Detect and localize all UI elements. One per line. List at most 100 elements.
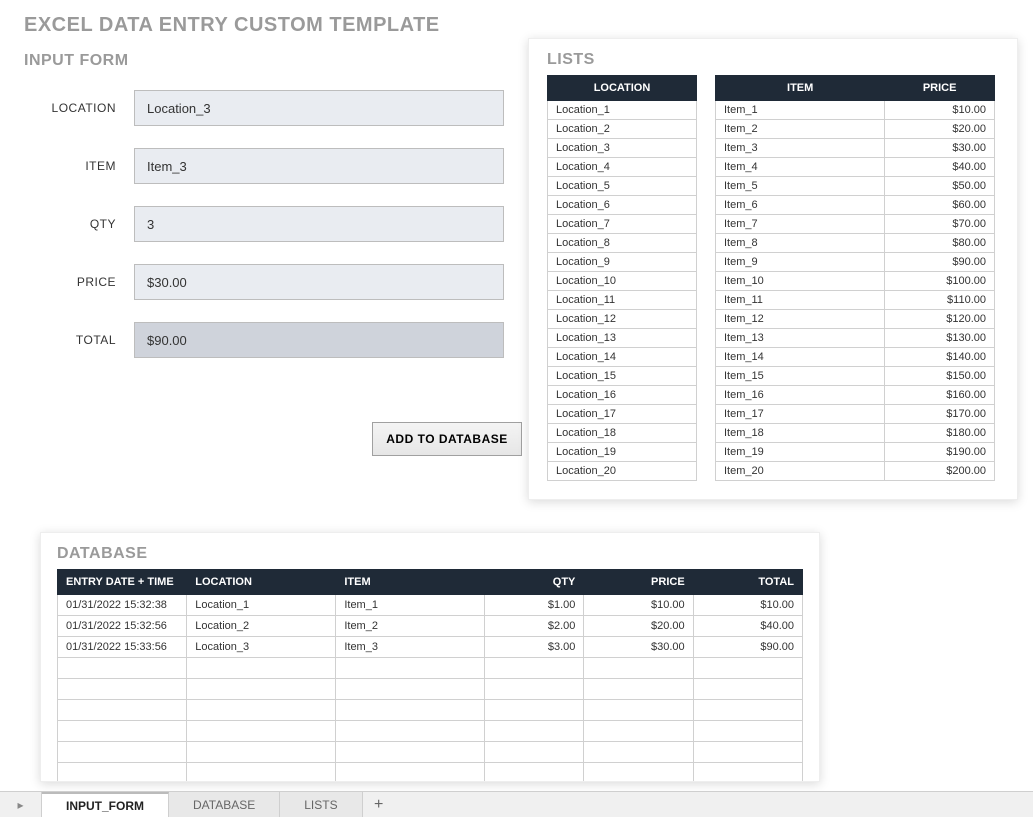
- location-cell: Location_4: [548, 158, 697, 177]
- location-cell: Location_10: [548, 272, 697, 291]
- location-cell: Location_16: [548, 386, 697, 405]
- item-name-cell: Item_15: [716, 367, 885, 386]
- db-cell-qty: $3.00: [485, 637, 584, 658]
- sheet-tab-lists[interactable]: LISTS: [280, 792, 362, 817]
- location-cell: Location_13: [548, 329, 697, 348]
- item-name-cell: Item_8: [716, 234, 885, 253]
- item-name-cell: Item_2: [716, 120, 885, 139]
- items-table: ITEM PRICE Item_1$10.00Item_2$20.00Item_…: [715, 75, 995, 481]
- database-table: ENTRY DATE + TIME LOCATION ITEM QTY PRIC…: [57, 569, 803, 782]
- item-name-cell: Item_16: [716, 386, 885, 405]
- item-price-cell: $130.00: [885, 329, 995, 348]
- form-row-qty: QTY 3: [24, 206, 504, 242]
- form-row-total: TOTAL $90.00: [24, 322, 504, 358]
- location-cell: Location_12: [548, 310, 697, 329]
- database-heading: DATABASE: [57, 545, 803, 563]
- item-price-cell: $80.00: [885, 234, 995, 253]
- form-row-item: ITEM Item_3: [24, 148, 504, 184]
- input-form-heading: INPUT FORM: [24, 52, 504, 70]
- db-hdr-item: ITEM: [336, 570, 485, 595]
- page-title: EXCEL DATA ENTRY CUSTOM TEMPLATE: [0, 0, 1033, 37]
- label-qty: QTY: [24, 217, 134, 231]
- item-price-cell: $60.00: [885, 196, 995, 215]
- price-header: PRICE: [885, 76, 995, 101]
- db-cell-price: $30.00: [584, 637, 693, 658]
- item-price-cell: $40.00: [885, 158, 995, 177]
- tab-add-button[interactable]: +: [363, 792, 395, 817]
- input-item[interactable]: Item_3: [134, 148, 504, 184]
- db-cell-item: Item_2: [336, 616, 485, 637]
- item-price-cell: $90.00: [885, 253, 995, 272]
- item-name-cell: Item_11: [716, 291, 885, 310]
- locations-header: LOCATION: [548, 76, 697, 101]
- lists-heading: LISTS: [547, 51, 999, 69]
- form-row-price: PRICE $30.00: [24, 264, 504, 300]
- location-cell: Location_14: [548, 348, 697, 367]
- label-total: TOTAL: [24, 333, 134, 347]
- db-hdr-entry: ENTRY DATE + TIME: [58, 570, 187, 595]
- sheet-tab-database[interactable]: DATABASE: [169, 792, 280, 817]
- db-cell-location: Location_2: [187, 616, 336, 637]
- location-cell: Location_8: [548, 234, 697, 253]
- item-price-cell: $70.00: [885, 215, 995, 234]
- db-cell-price: $20.00: [584, 616, 693, 637]
- item-price-cell: $180.00: [885, 424, 995, 443]
- location-cell: Location_6: [548, 196, 697, 215]
- item-name-cell: Item_12: [716, 310, 885, 329]
- add-to-database-button[interactable]: ADD TO DATABASE: [372, 422, 522, 456]
- sheet-tab-input_form[interactable]: INPUT_FORM: [42, 792, 169, 817]
- item-name-cell: Item_9: [716, 253, 885, 272]
- input-total: $90.00: [134, 322, 504, 358]
- form-row-location: LOCATION Location_3: [24, 90, 504, 126]
- table-row-blank: [58, 742, 803, 763]
- location-cell: Location_15: [548, 367, 697, 386]
- location-cell: Location_7: [548, 215, 697, 234]
- db-cell-location: Location_3: [187, 637, 336, 658]
- location-cell: Location_9: [548, 253, 697, 272]
- item-name-cell: Item_5: [716, 177, 885, 196]
- item-price-cell: $160.00: [885, 386, 995, 405]
- location-cell: Location_1: [548, 101, 697, 120]
- item-name-cell: Item_18: [716, 424, 885, 443]
- db-cell-item: Item_3: [336, 637, 485, 658]
- item-price-cell: $110.00: [885, 291, 995, 310]
- input-qty[interactable]: 3: [134, 206, 504, 242]
- input-form-panel: INPUT FORM LOCATION Location_3 ITEM Item…: [24, 52, 504, 380]
- location-cell: Location_17: [548, 405, 697, 424]
- db-cell-qty: $2.00: [485, 616, 584, 637]
- label-price: PRICE: [24, 275, 134, 289]
- item-price-cell: $190.00: [885, 443, 995, 462]
- table-row-blank: [58, 763, 803, 783]
- location-cell: Location_20: [548, 462, 697, 481]
- item-price-cell: $120.00: [885, 310, 995, 329]
- input-price[interactable]: $30.00: [134, 264, 504, 300]
- input-location[interactable]: Location_3: [134, 90, 504, 126]
- location-cell: Location_3: [548, 139, 697, 158]
- db-cell-total: $10.00: [693, 595, 802, 616]
- item-name-cell: Item_3: [716, 139, 885, 158]
- db-cell-entry: 01/31/2022 15:33:56: [58, 637, 187, 658]
- tab-nav-prev-icon[interactable]: ▸: [0, 792, 42, 817]
- location-cell: Location_18: [548, 424, 697, 443]
- item-name-cell: Item_20: [716, 462, 885, 481]
- item-price-cell: $170.00: [885, 405, 995, 424]
- item-name-cell: Item_14: [716, 348, 885, 367]
- items-header: ITEM: [716, 76, 885, 101]
- locations-table: LOCATION Location_1Location_2Location_3L…: [547, 75, 697, 481]
- label-item: ITEM: [24, 159, 134, 173]
- label-location: LOCATION: [24, 101, 134, 115]
- db-cell-total: $40.00: [693, 616, 802, 637]
- db-hdr-qty: QTY: [485, 570, 584, 595]
- item-name-cell: Item_6: [716, 196, 885, 215]
- item-price-cell: $30.00: [885, 139, 995, 158]
- db-cell-total: $90.00: [693, 637, 802, 658]
- table-row-blank: [58, 679, 803, 700]
- location-cell: Location_2: [548, 120, 697, 139]
- item-name-cell: Item_10: [716, 272, 885, 291]
- item-price-cell: $50.00: [885, 177, 995, 196]
- item-price-cell: $100.00: [885, 272, 995, 291]
- table-row-blank: [58, 700, 803, 721]
- db-cell-entry: 01/31/2022 15:32:38: [58, 595, 187, 616]
- lists-panel: LISTS LOCATION Location_1Location_2Locat…: [528, 38, 1018, 500]
- table-row-blank: [58, 658, 803, 679]
